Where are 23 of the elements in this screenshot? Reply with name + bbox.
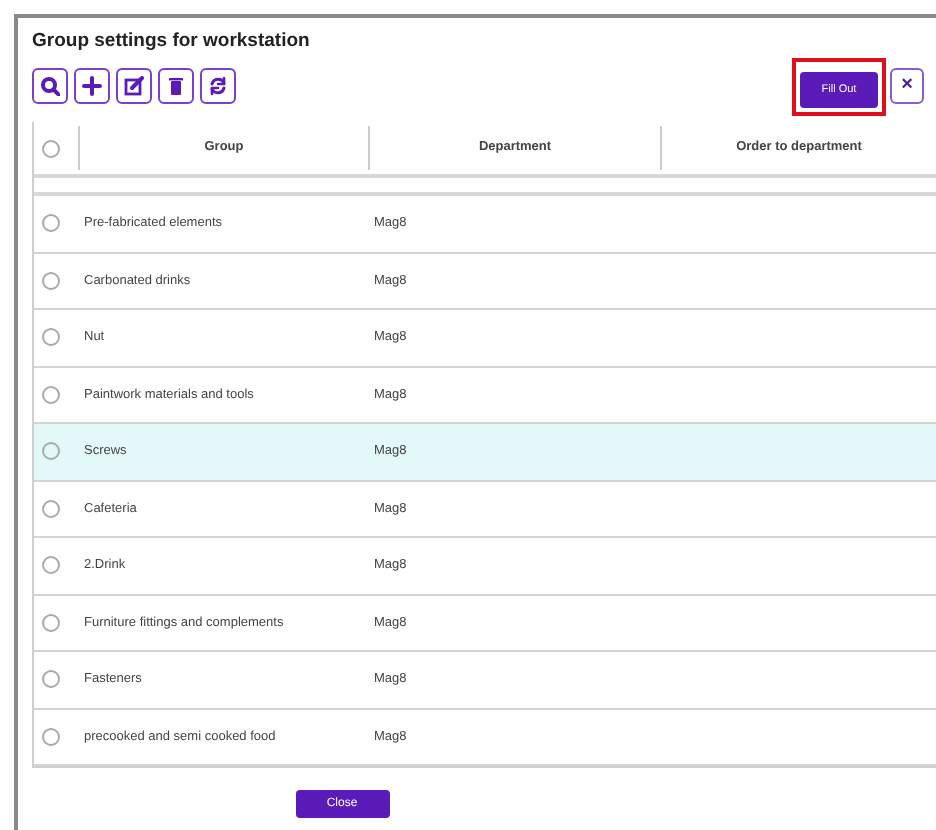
row-radio[interactable] [42,328,60,347]
row-radio[interactable] [42,214,60,233]
trash-icon [166,76,186,96]
edit-button[interactable] [116,68,152,104]
row-radio[interactable] [42,499,60,518]
row-radio[interactable] [42,442,60,461]
search-button[interactable] [32,68,68,104]
row-radio[interactable] [42,613,60,632]
row-radio[interactable] [42,271,60,290]
close-icon-button[interactable]: × [890,68,924,104]
add-icon [82,76,102,96]
row-radio[interactable] [42,727,60,746]
refresh-button[interactable] [200,68,236,104]
select-all-radio[interactable] [42,139,60,157]
row-radio[interactable] [42,556,60,575]
row-radio[interactable] [42,670,60,689]
edit-icon [124,76,144,96]
window-title: Group settings for workstation [32,30,312,56]
delete-button[interactable] [158,68,194,104]
row-radio[interactable] [42,385,60,404]
search-icon [40,76,60,96]
add-button[interactable] [74,68,110,104]
refresh-icon [208,76,228,96]
